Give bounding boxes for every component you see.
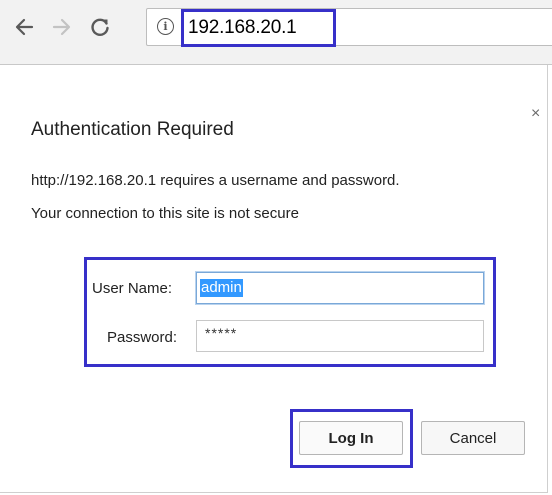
forward-arrow-icon[interactable] xyxy=(50,15,74,39)
username-input[interactable]: admin xyxy=(196,272,484,304)
back-arrow-icon[interactable] xyxy=(12,15,36,39)
password-label: Password: xyxy=(107,329,178,346)
reload-icon[interactable] xyxy=(88,15,112,39)
close-icon[interactable]: × xyxy=(531,105,540,123)
password-input[interactable]: ***** xyxy=(196,320,484,352)
url-highlight-box xyxy=(181,9,336,47)
password-mask: ***** xyxy=(205,325,238,341)
cancel-button[interactable]: Cancel xyxy=(421,421,525,455)
browser-toolbar: i 192.168.20.1 xyxy=(0,0,552,65)
info-icon[interactable]: i xyxy=(157,18,174,35)
username-label: User Name: xyxy=(92,280,173,297)
username-value: admin xyxy=(200,279,243,297)
dialog-message: http://192.168.20.1 requires a username … xyxy=(31,172,400,189)
dialog-title: Authentication Required xyxy=(31,119,234,140)
login-button[interactable]: Log In xyxy=(299,421,403,455)
security-warning: Your connection to this site is not secu… xyxy=(31,205,299,222)
address-bar[interactable]: i 192.168.20.1 xyxy=(146,8,552,47)
